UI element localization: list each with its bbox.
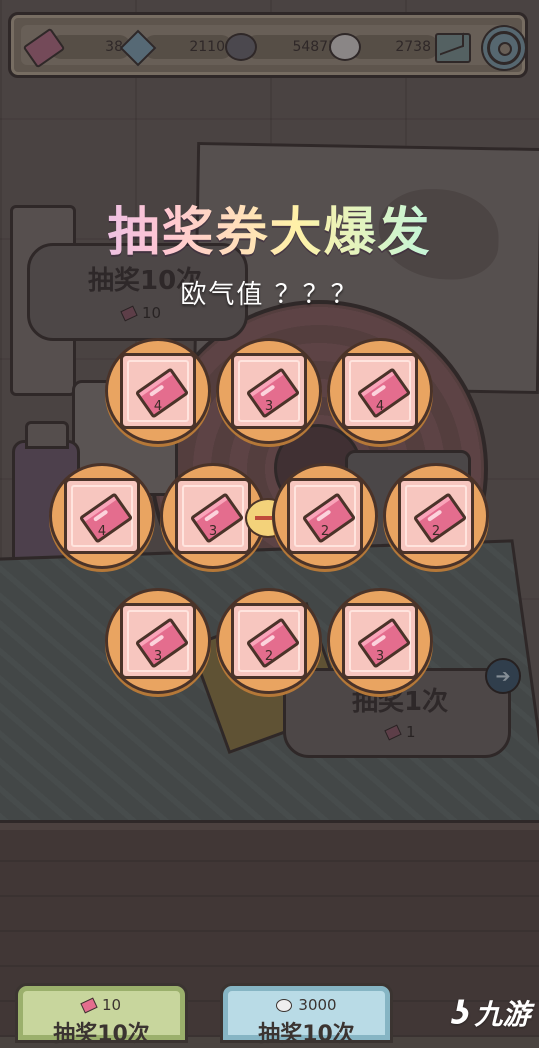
- card-face: 4: [120, 353, 196, 429]
- ticket-reward-card: 3: [105, 588, 211, 694]
- card-face: 2: [398, 478, 474, 554]
- reward-headline: 抽奖券大爆发: [0, 190, 539, 265]
- speech-bubble-icon: [276, 998, 293, 1012]
- draw-10-ticket-button[interactable]: 10 抽奖10次: [15, 983, 188, 1047]
- card-face: 4: [342, 353, 418, 429]
- draw-10-bubble-label: 抽奖10次: [258, 1022, 355, 1047]
- ticket-icon: [80, 997, 98, 1013]
- ticket-reward-card: 4: [49, 463, 155, 569]
- luck-value-text: 欧气值 ？？？: [180, 280, 359, 310]
- draw-10-bubble-cost: 3000: [223, 996, 390, 1014]
- card-face: 4: [64, 478, 140, 554]
- ticket-count: 4: [153, 399, 163, 414]
- ticket-reward-card: 4: [105, 338, 211, 444]
- ticket-reward-card: 2: [216, 588, 322, 694]
- draw-10-ticket-cost-value: 10: [101, 996, 122, 1014]
- card-face: 2: [231, 603, 307, 679]
- ticket-reward-card: 3: [216, 338, 322, 444]
- ticket-reward-card: 4: [327, 338, 433, 444]
- card-face: 3: [120, 603, 196, 679]
- card-face: 3: [342, 603, 418, 679]
- ticket-count: 4: [97, 524, 107, 539]
- watermark-text: 九游: [474, 998, 531, 1031]
- watermark-logo-icon: ʖ: [452, 994, 471, 1032]
- watermark: ʖ 九游: [452, 993, 530, 1033]
- card-face: 3: [231, 353, 307, 429]
- ticket-count: 3: [375, 649, 385, 664]
- ticket-reward-card: 2: [272, 463, 378, 569]
- ticket-count: 2: [320, 524, 330, 539]
- ticket-count: 3: [264, 399, 274, 414]
- ticket-reward-card: 3: [327, 588, 433, 694]
- card-face: 2: [287, 478, 363, 554]
- draw-10-ticket-label: 抽奖10次: [53, 1022, 150, 1047]
- draw-10-ticket-cost: 10: [18, 996, 185, 1014]
- draw-10-bubble-button[interactable]: 3000 抽奖10次: [220, 983, 393, 1047]
- ticket-count: 4: [375, 399, 385, 414]
- ticket-count: 2: [264, 649, 274, 664]
- ticket-count: 3: [153, 649, 163, 664]
- ticket-count: 2: [431, 524, 441, 539]
- card-face: 3: [175, 478, 251, 554]
- ticket-count: 3: [208, 524, 218, 539]
- ticket-reward-card: 2: [383, 463, 489, 569]
- draw-10-bubble-cost-value: 3000: [298, 996, 337, 1014]
